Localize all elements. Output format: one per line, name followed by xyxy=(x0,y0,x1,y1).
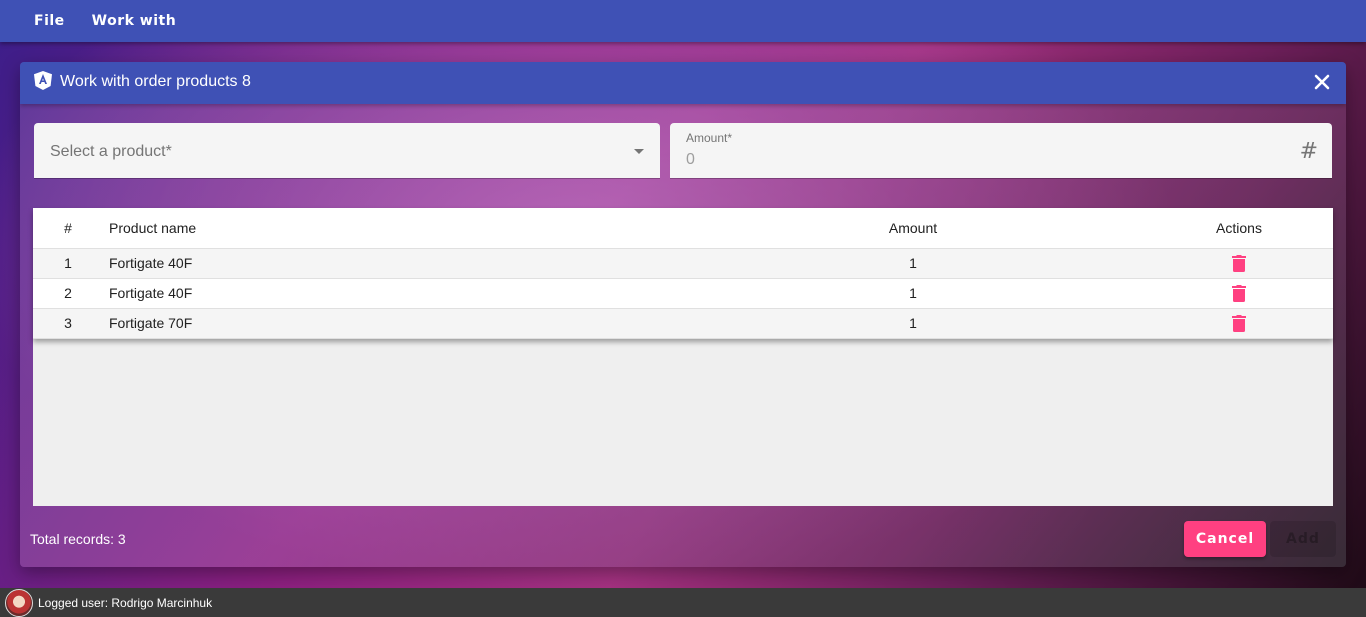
products-table: # Product name Amount Actions 1 Fortigat… xyxy=(33,208,1333,339)
product-select-placeholder: Select a product* xyxy=(50,143,172,160)
row-product-name: Fortigate 40F xyxy=(103,248,703,279)
row-product-name: Fortigate 40F xyxy=(103,278,703,309)
angular-shield-icon xyxy=(34,71,52,90)
row-amount: 1 xyxy=(703,308,1123,339)
total-records: Total records: 3 xyxy=(30,531,126,547)
menu-work-with[interactable]: Work with xyxy=(92,13,177,29)
table-row[interactable]: 1 Fortigate 40F 1 xyxy=(33,248,1333,279)
trash-icon[interactable] xyxy=(1232,314,1246,333)
row-amount: 1 xyxy=(703,278,1123,309)
hash-icon: # xyxy=(1299,139,1318,164)
status-bar: Logged user: Rodrigo Marcinhuk xyxy=(0,588,1366,617)
row-num: 2 xyxy=(33,278,103,309)
amount-field[interactable]: Amount* # xyxy=(670,123,1332,178)
close-icon[interactable] xyxy=(1312,72,1332,92)
dropdown-arrow-icon xyxy=(634,149,644,154)
row-actions xyxy=(1123,278,1333,309)
header-num[interactable]: # xyxy=(33,208,103,249)
add-button[interactable]: Add xyxy=(1270,521,1336,557)
row-num: 1 xyxy=(33,248,103,279)
dialog-title: Work with order products 8 xyxy=(60,73,251,90)
table-row[interactable]: 3 Fortigate 70F 1 xyxy=(33,308,1333,339)
row-actions xyxy=(1123,248,1333,279)
cancel-button[interactable]: Cancel xyxy=(1184,521,1266,557)
trash-icon[interactable] xyxy=(1232,254,1246,273)
row-actions xyxy=(1123,308,1333,339)
table-row[interactable]: 2 Fortigate 40F 1 xyxy=(33,278,1333,309)
products-table-container: # Product name Amount Actions 1 Fortigat… xyxy=(33,208,1333,506)
trash-icon[interactable] xyxy=(1232,284,1246,303)
amount-label: Amount* xyxy=(686,131,733,145)
product-select[interactable]: Select a product* xyxy=(34,123,660,178)
row-num: 3 xyxy=(33,308,103,339)
menubar: File Work with xyxy=(0,0,1366,42)
header-actions: Actions xyxy=(1123,208,1333,249)
menu-file[interactable]: File xyxy=(34,13,65,29)
logged-user: Logged user: Rodrigo Marcinhuk xyxy=(38,595,213,610)
dialog-header: Work with order products 8 xyxy=(20,62,1346,104)
avatar xyxy=(5,588,33,617)
table-header-row: # Product name Amount Actions xyxy=(33,208,1333,249)
header-product-name[interactable]: Product name xyxy=(103,208,703,249)
header-amount[interactable]: Amount xyxy=(703,208,1123,249)
row-amount: 1 xyxy=(703,248,1123,279)
row-product-name: Fortigate 70F xyxy=(103,308,703,339)
order-products-dialog: Work with order products 8 Select a prod… xyxy=(20,62,1346,567)
amount-input[interactable] xyxy=(686,151,1246,169)
